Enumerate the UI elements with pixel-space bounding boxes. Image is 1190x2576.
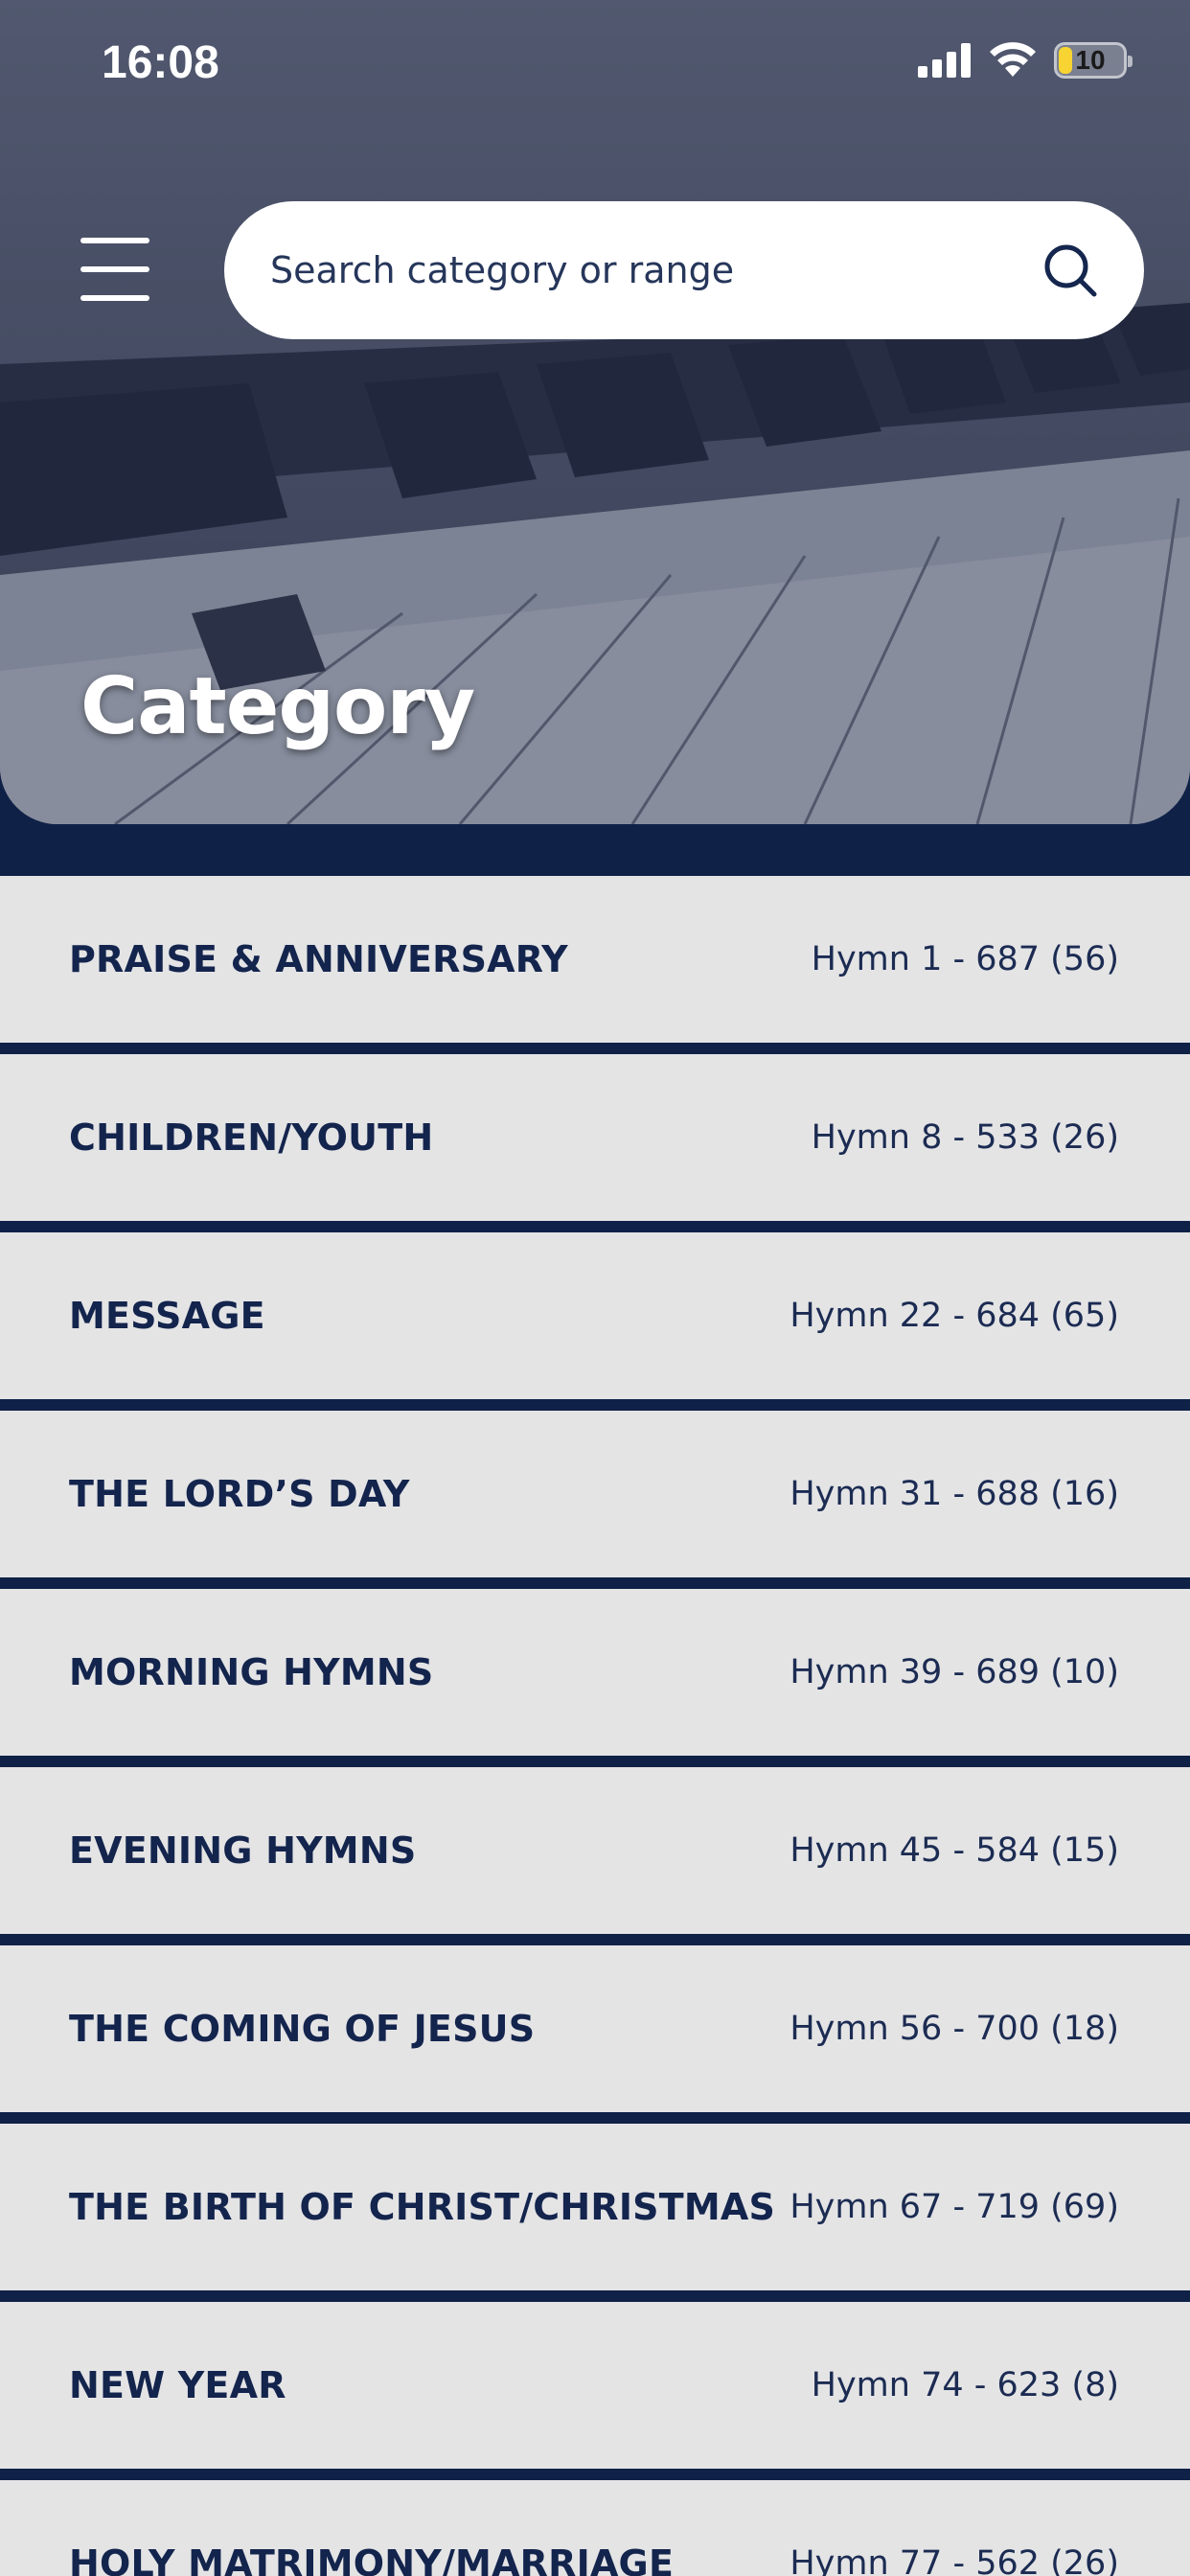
header-hero: 16:08 10 Search category or range Catego… <box>0 0 1190 824</box>
category-name: CHILDREN/YOUTH <box>69 1116 434 1159</box>
category-range: Hymn 1 - 687 (56) <box>811 940 1119 978</box>
battery-charging-icon: 10 <box>1054 42 1133 79</box>
category-row[interactable]: THE COMING OF JESUS Hymn 56 - 700 (18) <box>0 1945 1190 2112</box>
category-range: Hymn 67 - 719 (69) <box>790 2188 1119 2226</box>
wifi-icon <box>990 42 1036 77</box>
status-icons: 10 <box>918 42 1133 79</box>
page-title: Category <box>80 661 475 752</box>
category-row[interactable]: THE LORD’S DAY Hymn 31 - 688 (16) <box>0 1411 1190 1577</box>
category-range: Hymn 77 - 562 (26) <box>790 2544 1119 2576</box>
category-list: PRAISE & ANNIVERSARY Hymn 1 - 687 (56) CHI… <box>0 876 1190 2576</box>
search-icon[interactable] <box>1041 241 1100 300</box>
status-bar: 16:08 10 <box>0 0 1190 125</box>
category-name: MORNING HYMNS <box>69 1651 434 1693</box>
category-row[interactable]: NEW YEAR Hymn 74 - 623 (8) <box>0 2302 1190 2469</box>
category-row[interactable]: EVENING HYMNS Hymn 45 - 584 (15) <box>0 1767 1190 1934</box>
search-input[interactable] <box>270 249 1041 291</box>
category-name: HOLY MATRIMONY/MARRIAGE <box>69 2542 675 2576</box>
category-name: PRAISE & ANNIVERSARY <box>69 938 568 980</box>
battery-level: 10 <box>1075 45 1106 75</box>
category-range: Hymn 8 - 533 (26) <box>811 1118 1119 1157</box>
status-time: 16:08 <box>102 37 219 88</box>
search-bar[interactable] <box>224 201 1144 339</box>
hamburger-menu-icon[interactable] <box>80 238 149 301</box>
category-range: Hymn 45 - 584 (15) <box>790 1831 1119 1870</box>
category-range: Hymn 39 - 689 (10) <box>790 1653 1119 1691</box>
category-range: Hymn 74 - 623 (8) <box>811 2366 1119 2404</box>
category-row[interactable]: PRAISE & ANNIVERSARY Hymn 1 - 687 (56) <box>0 876 1190 1043</box>
category-name: MESSAGE <box>69 1295 265 1337</box>
category-row[interactable]: MORNING HYMNS Hymn 39 - 689 (10) <box>0 1589 1190 1756</box>
category-row[interactable]: MESSAGE Hymn 22 - 684 (65) <box>0 1232 1190 1399</box>
category-name: THE LORD’S DAY <box>69 1473 410 1515</box>
signal-icon <box>918 43 971 78</box>
category-row[interactable]: THE BIRTH OF CHRIST/CHRISTMAS Hymn 67 - 7… <box>0 2124 1190 2290</box>
category-name: THE COMING OF JESUS <box>69 2008 536 2050</box>
category-range: Hymn 56 - 700 (18) <box>790 2010 1119 2048</box>
category-range: Hymn 31 - 688 (16) <box>790 1475 1119 1513</box>
category-name: THE BIRTH OF CHRIST/CHRISTMAS <box>69 2186 776 2228</box>
category-name: EVENING HYMNS <box>69 1829 417 1872</box>
category-row[interactable]: CHILDREN/YOUTH Hymn 8 - 533 (26) <box>0 1054 1190 1221</box>
category-name: NEW YEAR <box>69 2364 286 2406</box>
category-range: Hymn 22 - 684 (65) <box>790 1297 1119 1335</box>
category-row[interactable]: HOLY MATRIMONY/MARRIAGE Hymn 77 - 562 (26… <box>0 2480 1190 2576</box>
